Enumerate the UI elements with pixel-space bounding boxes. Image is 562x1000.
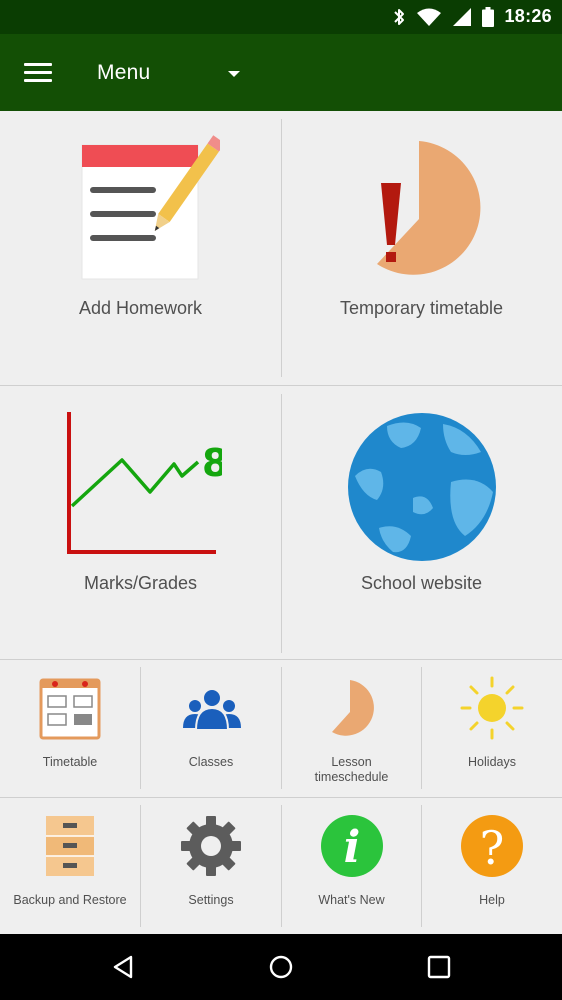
pie-clock-icon [332,680,374,736]
tile-backup-restore[interactable]: Backup and Restore [0,798,140,934]
globe-icon [348,413,496,561]
tile-lesson-timeschedule[interactable]: Lesson timeschedule [282,660,421,797]
grade-chart-icon: 8 [67,412,222,554]
svg-text:i: i [344,822,361,873]
bluetooth-icon [394,8,405,25]
tile-add-homework[interactable]: Add Homework [0,111,281,385]
app-bar: Menu [0,34,562,111]
hamburger-icon[interactable] [24,63,52,83]
tile-label: Lesson timeschedule [314,755,389,784]
tile-label: What's New [318,893,385,907]
notepad-pencil-icon [81,135,220,280]
tile-school-website[interactable]: School website [281,386,562,659]
navigation-bar [0,934,562,1000]
tile-timetable[interactable]: Timetable [0,660,140,797]
sun-icon [460,676,524,740]
status-bar: 18:26 [0,0,562,34]
gear-icon [181,816,241,876]
people-icon [183,688,241,731]
info-icon: i [321,815,383,877]
menu-grid: Add Homework Temporary timetable 8 Marks… [0,111,562,934]
tile-temporary-timetable[interactable]: Temporary timetable [281,111,562,385]
tile-label: Add Homework [78,298,203,318]
tile-classes[interactable]: Classes [141,660,281,797]
home-icon[interactable] [268,954,294,980]
timetable-icon [39,678,101,740]
tile-label: School website [360,573,483,593]
tile-label: Backup and Restore [13,893,127,907]
svg-text:8: 8 [202,441,222,485]
tile-label: Help [479,893,505,907]
svg-text:?: ? [480,821,505,875]
tile-holidays[interactable]: Holidays [422,660,562,797]
wifi-icon [417,8,442,26]
dropdown-arrow-icon[interactable] [222,62,246,86]
tile-settings[interactable]: Settings [141,798,281,934]
battery-icon [482,6,495,27]
tile-label: Marks/Grades [83,573,198,593]
recents-icon[interactable] [426,954,452,980]
tile-label: Holidays [468,755,516,769]
tile-label: Temporary timetable [339,298,504,318]
file-cabinet-icon [46,816,94,876]
back-icon[interactable] [111,954,137,980]
exclamation-clock-icon [377,141,481,275]
tile-label: Settings [188,893,234,907]
tile-label: Timetable [42,755,98,769]
signal-icon [453,7,472,26]
tile-label: Classes [188,755,234,769]
tile-marks-grades[interactable]: 8 Marks/Grades [0,386,281,659]
help-icon: ? [461,815,523,877]
status-time: 18:26 [504,6,552,26]
tile-help[interactable]: ? Help [422,798,562,934]
menu-title[interactable]: Menu [97,61,150,85]
tile-whats-new[interactable]: i What's New [282,798,421,934]
